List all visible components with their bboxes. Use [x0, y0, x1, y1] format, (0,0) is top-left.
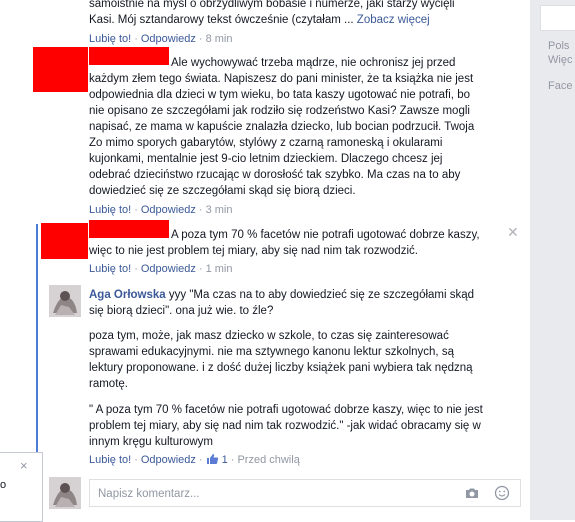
reply-link[interactable]: Odpowiedz — [141, 454, 196, 466]
comment-input[interactable] — [96, 484, 440, 503]
like-count[interactable]: 1 — [206, 454, 228, 466]
comment-actions-1: Lubię to! · Odpowiedz · 8 min — [89, 33, 233, 45]
search-box[interactable] — [540, 5, 575, 31]
comment-line: odebrać dzieciństwo rzucając w dorosłość… — [89, 169, 461, 181]
comment-body-3: A poza tym 70 % facetów nie potrafi ugot… — [89, 227, 519, 259]
comment-body-4: Aga Orłowska yyy "Ma czas na to aby dowi… — [89, 287, 519, 319]
popup-text: o — [0, 479, 7, 491]
like-link[interactable]: Lubię to! — [89, 33, 131, 45]
comment-line: napisać, ze mama w kapuście znalazła dzi… — [89, 121, 475, 133]
comment-line: odpowiednia dla dzieci w tym wieku, bo t… — [89, 89, 470, 101]
comment-line: Kasi. Mój sztandarowy tekst ówcześnie (c… — [89, 14, 354, 26]
comment-body-1: samoistnie na myśl o obrzydliwym bobasie… — [89, 0, 519, 28]
comment-actions-3: Lubię to! · Odpowiedz · 1 min — [89, 263, 233, 275]
timestamp: Przed chwilą — [237, 454, 300, 466]
sidebar-text: Więc — [548, 54, 573, 66]
avatar[interactable] — [49, 285, 81, 317]
reply-thread-line — [36, 224, 38, 470]
comment-line: kujonkami, mentalnie jest 9-cio letnim d… — [89, 153, 443, 165]
camera-icon[interactable] — [464, 485, 480, 501]
comment-line: sprawami edukacyjnymi. nie ma sztywnego … — [89, 346, 454, 358]
comment-line: lektury proponowane. i z dość dużej licz… — [89, 362, 473, 374]
comment-line: nie opisano ze szczegółami jak rodziło s… — [89, 105, 470, 117]
reply-link[interactable]: Odpowiedz — [141, 204, 196, 216]
sidebar-text: Face — [548, 80, 573, 92]
comment-line: problem tej miary, aby się nad nim tak r… — [89, 420, 481, 432]
comment-line: każdym złem tego świata. Napiszesz do pa… — [89, 73, 474, 85]
redacted-avatar — [41, 223, 88, 259]
like-link[interactable]: Lubię to! — [89, 263, 131, 275]
comment-paragraph: " A poza tym 70 % facetów nie potrafi ug… — [89, 402, 519, 450]
close-icon[interactable]: ✕ — [507, 224, 519, 241]
comment-line: Zo mimo sporych gabarytów, stylówy z cza… — [89, 137, 443, 149]
comment-line: innym kręgu kulturowym — [89, 436, 213, 448]
right-sidebar: Pols Więc Face — [530, 0, 575, 520]
redacted-avatar — [33, 47, 88, 92]
comment-line: samoistnie na myśl o obrzydliwym bobasie… — [89, 0, 455, 10]
comment-author[interactable]: Aga Orłowska — [89, 289, 166, 301]
comment-feed: samoistnie na myśl o obrzydliwym bobasie… — [0, 0, 530, 520]
emoji-icon[interactable] — [494, 485, 510, 501]
comment-paragraph: poza tym, może, jak masz dziecko w szkol… — [89, 328, 519, 392]
comment-line: A poza tym 70 % facetów nie potrafi ugot… — [171, 229, 480, 241]
comment-body-2: Ale wychowywać trzeba mądrze, nie ochron… — [89, 55, 519, 199]
comment-line: się biorą dzieci". ona już wie. to źle? — [89, 305, 274, 317]
close-icon[interactable]: × — [20, 458, 28, 473]
timestamp: 1 min — [205, 263, 233, 275]
sidebar-text: Pols — [548, 40, 570, 52]
avatar — [49, 477, 81, 509]
comment-line: Ale wychowywać trzeba mądrze, nie ochron… — [171, 57, 456, 69]
chat-popup: × o — [0, 452, 43, 522]
comment-line: yyy "Ma czas na to aby dowiedzieć się ze… — [168, 289, 475, 301]
comment-line: więc to nie jest problem tej miary, aby … — [89, 245, 418, 257]
comment-composer — [89, 479, 521, 507]
comment-line: dowiedzieć się ze szczegółami skąd się b… — [89, 185, 356, 197]
like-thumb-icon — [206, 454, 218, 464]
comment-line: poza tym, może, jak masz dziecko w szkol… — [89, 330, 449, 342]
comment-actions-2: Lubię to! · Odpowiedz · 3 min — [89, 204, 233, 216]
comment-actions-4: Lubię to! · Odpowiedz · 1 · Przed chwilą — [89, 454, 300, 466]
see-more-link[interactable]: Zobacz więcej — [357, 14, 430, 26]
comment-line: " A poza tym 70 % facetów nie potrafi ug… — [89, 404, 483, 416]
reply-link[interactable]: Odpowiedz — [141, 33, 196, 45]
timestamp: 3 min — [205, 204, 233, 216]
timestamp: 8 min — [205, 33, 233, 45]
like-link[interactable]: Lubię to! — [89, 204, 131, 216]
reply-link[interactable]: Odpowiedz — [141, 263, 196, 275]
like-link[interactable]: Lubię to! — [89, 454, 131, 466]
comment-line: ramotę. — [89, 378, 128, 390]
